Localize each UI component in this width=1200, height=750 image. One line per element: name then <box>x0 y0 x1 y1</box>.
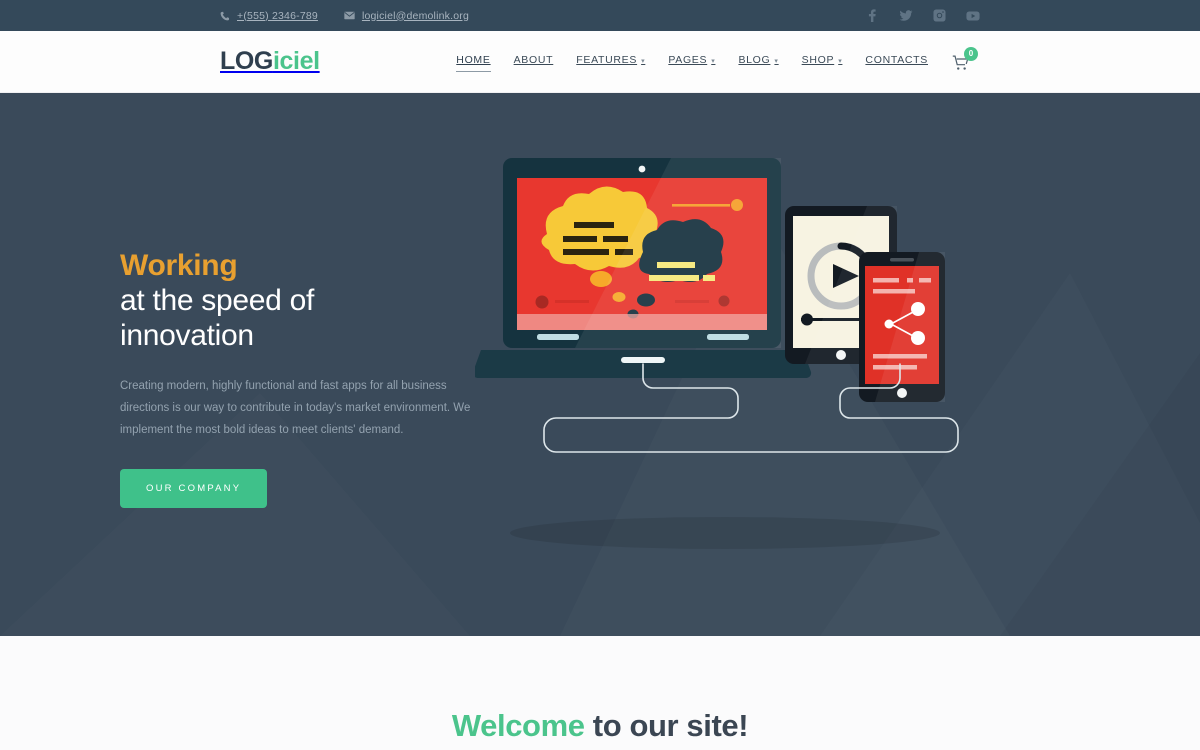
email-text: logiciel@demolink.org <box>361 9 470 22</box>
nav-label: BLOG <box>738 54 771 66</box>
nav-item-shop[interactable]: SHOP ▾ <box>802 54 843 69</box>
phone-icon <box>220 11 230 21</box>
nav-label: CONTACTS <box>865 54 928 66</box>
phone-text: +(555) 2346-789 <box>237 9 318 22</box>
nav-item-pages[interactable]: PAGES ▾ <box>668 54 715 69</box>
our-company-button[interactable]: OUR COMPANY <box>120 469 268 508</box>
devices-illustration <box>472 148 995 608</box>
youtube-icon[interactable] <box>966 10 980 22</box>
main-navigation: HOME ABOUT FEATURES ▾ PAGES ▾ BLOG ▾ SHO… <box>456 54 980 72</box>
chevron-down-icon: ▾ <box>711 57 716 65</box>
hero-paragraph: Creating modern, highly functional and f… <box>120 380 471 436</box>
logo-text-dark: LOG <box>220 47 273 75</box>
site-header: LOGiciel HOME ABOUT FEATURES ▾ PAGES ▾ B… <box>0 31 1200 93</box>
instagram-icon[interactable] <box>933 9 946 22</box>
hero-title-line2: at the speed of <box>120 284 314 317</box>
site-logo[interactable]: LOGiciel <box>220 47 320 76</box>
chevron-down-icon: ▾ <box>838 57 843 65</box>
hero-title: Working at the speed of innovation <box>120 248 480 353</box>
hero-section: Working at the speed of innovation Creat… <box>0 93 1200 636</box>
welcome-section: Welcome to our site! <box>0 636 1200 750</box>
social-links <box>866 9 980 22</box>
nav-item-home[interactable]: HOME <box>456 54 491 72</box>
nav-item-about[interactable]: ABOUT <box>514 54 554 69</box>
twitter-icon[interactable] <box>899 9 913 22</box>
email-link[interactable]: logiciel@demolink.org <box>344 10 469 22</box>
cart-button[interactable]: 0 <box>950 46 980 77</box>
facebook-icon[interactable] <box>866 9 879 22</box>
chevron-down-icon: ▾ <box>774 57 779 65</box>
hero-title-line3: innovation <box>120 319 254 352</box>
hero-title-accent: Working <box>120 249 238 282</box>
nav-label: ABOUT <box>513 54 554 66</box>
cart-count-badge: 0 <box>964 46 978 61</box>
welcome-heading-accent: Welcome <box>451 708 585 743</box>
envelope-icon <box>344 11 355 20</box>
top-bar: +(555) 2346-789 logiciel@demolink.org <box>0 0 1200 31</box>
nav-item-blog[interactable]: BLOG ▾ <box>738 54 778 69</box>
logo-text-green: iciel <box>272 47 320 75</box>
nav-label: PAGES <box>668 54 708 66</box>
nav-item-contacts[interactable]: CONTACTS <box>865 54 928 69</box>
contact-group: +(555) 2346-789 logiciel@demolink.org <box>220 10 469 22</box>
chevron-down-icon: ▾ <box>641 57 646 65</box>
phone-link[interactable]: +(555) 2346-789 <box>220 10 318 22</box>
hero-copy: Working at the speed of innovation Creat… <box>120 248 480 508</box>
welcome-heading-rest: to our site! <box>584 708 749 743</box>
nav-label: FEATURES <box>576 54 638 66</box>
nav-item-features[interactable]: FEATURES ▾ <box>576 54 645 69</box>
nav-label: SHOP <box>801 54 835 66</box>
nav-label: HOME <box>456 54 491 66</box>
welcome-heading: Welcome to our site! <box>451 708 749 744</box>
